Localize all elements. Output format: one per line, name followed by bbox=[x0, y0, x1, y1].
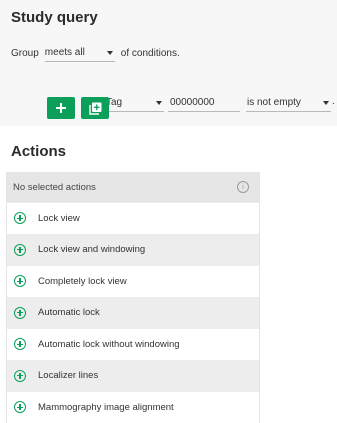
actions-list-header: No selected actions i bbox=[7, 172, 259, 202]
action-item-label: Automatic lock without windowing bbox=[38, 338, 180, 350]
actions-list: No selected actions i Lock view Lock vie… bbox=[6, 172, 260, 423]
action-item-label: Localizer lines bbox=[38, 370, 99, 382]
plus-circle-icon bbox=[14, 243, 26, 256]
chevron-down-icon bbox=[156, 100, 162, 105]
action-item-label: Lock view and windowing bbox=[38, 244, 146, 256]
add-box-icon bbox=[88, 102, 101, 115]
action-item-automatic-lock[interactable]: Automatic lock bbox=[7, 296, 259, 328]
condition-operator-value: is not empty bbox=[247, 97, 301, 108]
action-item-completely-lock-view[interactable]: Completely lock view bbox=[7, 265, 259, 297]
action-item-label: Completely lock view bbox=[38, 275, 127, 287]
plus-circle-icon bbox=[14, 306, 26, 319]
chevron-down-icon bbox=[323, 100, 329, 105]
actions-title: Actions bbox=[11, 143, 67, 160]
plus-circle-icon bbox=[14, 275, 26, 288]
info-icon[interactable]: i bbox=[237, 181, 249, 193]
plus-icon bbox=[56, 103, 66, 113]
action-item-mammography-image-alignment[interactable]: Mammography image alignment bbox=[7, 391, 259, 423]
action-item-lock-view[interactable]: Lock view bbox=[7, 202, 259, 234]
action-item-automatic-lock-without-windowing[interactable]: Automatic lock without windowing bbox=[7, 328, 259, 360]
action-item-lock-view-and-windowing[interactable]: Lock view and windowing bbox=[7, 233, 259, 265]
study-query-panel: Study query Group meets all of condition… bbox=[0, 0, 337, 126]
group-mode-value: meets all bbox=[44, 47, 85, 58]
group-suffix-label: of conditions. bbox=[120, 47, 180, 59]
action-item-localizer-lines[interactable]: Localizer lines bbox=[7, 359, 259, 391]
action-item-label: Automatic lock bbox=[38, 307, 100, 319]
group-label: Group bbox=[11, 47, 39, 59]
group-line: Group meets all of conditions. bbox=[11, 44, 180, 62]
plus-circle-icon bbox=[14, 369, 26, 382]
plus-circle-icon bbox=[14, 338, 26, 351]
plus-circle-icon bbox=[14, 212, 26, 225]
action-item-label: Lock view bbox=[38, 212, 80, 224]
chevron-down-icon bbox=[106, 50, 113, 55]
no-selected-actions-label: No selected actions bbox=[13, 181, 96, 193]
study-query-title: Study query bbox=[11, 9, 98, 26]
add-group-button[interactable] bbox=[81, 97, 109, 119]
condition-value-text: 00000000 bbox=[170, 97, 215, 108]
condition-operator-select[interactable]: is not empty bbox=[246, 94, 331, 112]
action-item-label: Mammography image alignment bbox=[38, 401, 174, 413]
group-mode-select[interactable]: meets all bbox=[44, 44, 115, 62]
condition-trailing: . bbox=[332, 96, 335, 107]
plus-circle-icon bbox=[14, 401, 26, 414]
condition-value-input[interactable]: 00000000 bbox=[168, 94, 240, 112]
condition-type-select[interactable]: Tag bbox=[104, 94, 164, 112]
add-condition-button[interactable] bbox=[47, 97, 75, 119]
